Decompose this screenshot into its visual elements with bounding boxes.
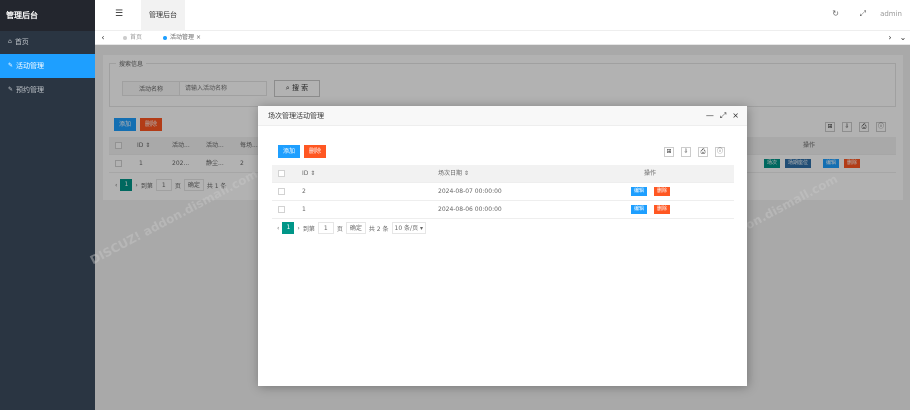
tab-home[interactable]: 首页	[117, 31, 142, 45]
modal-header: 场次管理活动管理 — ⤢ ×	[258, 106, 747, 126]
info-icon[interactable]: ⓘ	[715, 147, 725, 157]
row-checkbox[interactable]	[278, 188, 285, 195]
sidebar: 管理后台 ⌂ 首页 ✎ 活动管理 ✎ 预约管理	[0, 0, 95, 410]
user-menu[interactable]: admin	[880, 10, 902, 18]
tabs-next-button[interactable]: ›	[884, 31, 896, 45]
tabs-bar: ‹ 首页 活动管理 × › ⌄	[95, 31, 910, 45]
page-next-button[interactable]: ›	[297, 225, 299, 232]
app-logo: 管理后台	[0, 0, 95, 31]
tabs-more-button[interactable]: ⌄	[897, 31, 909, 45]
sidebar-item-label: 活动管理	[16, 62, 45, 70]
col-header-ops: 操作	[644, 170, 657, 177]
page-prev-button[interactable]: ‹	[277, 225, 279, 232]
delete-row-button[interactable]: 删除	[654, 187, 671, 196]
per-page-select[interactable]: 10 条/页 ▾	[391, 222, 426, 234]
tabs-prev-button[interactable]: ‹	[97, 31, 109, 45]
table-row: 1 2024-08-06 00:00:00 编辑 删除	[272, 201, 734, 219]
col-header-id[interactable]: ID ⇕	[302, 165, 315, 183]
menu-toggle-icon[interactable]: ☰	[115, 9, 123, 19]
table-row: 2 2024-08-07 00:00:00 编辑 删除	[272, 183, 734, 201]
edit-icon: ✎	[8, 62, 14, 69]
refresh-icon[interactable]: ↻	[832, 9, 839, 18]
tab-dot-icon	[123, 35, 127, 40]
total-count: 共 2 条	[368, 225, 389, 233]
sessions-modal: 场次管理活动管理 — ⤢ × 添加 删除 ⊞ ⇩ ⎙ ⓘ ID ⇕ 场次日期 ⇕…	[258, 106, 747, 386]
cell-date: 2024-08-06 00:00:00	[438, 206, 502, 213]
columns-icon[interactable]: ⊞	[664, 147, 674, 157]
page-input[interactable]: 1	[317, 222, 334, 234]
delete-row-button[interactable]: 删除	[654, 205, 671, 214]
modal-pagination: ‹ 1 › 到第 1 页 确定 共 2 条 10 条/页 ▾	[277, 222, 426, 234]
sessions-table: ID ⇕ 场次日期 ⇕ 操作 2 2024-08-07 00:00:00 编辑 …	[272, 165, 734, 219]
modal-title: 场次管理活动管理	[268, 112, 324, 120]
close-icon[interactable]: ×	[732, 106, 739, 126]
sidebar-item-booking[interactable]: ✎ 预约管理	[0, 78, 95, 102]
sidebar-item-activity[interactable]: ✎ 活动管理	[0, 54, 95, 78]
minimize-icon[interactable]: —	[706, 106, 714, 126]
edit-icon: ✎	[8, 86, 14, 93]
top-header: ☰ 管理后台 ↻ ⤢ admin	[95, 0, 910, 31]
page-number-current[interactable]: 1	[282, 222, 295, 234]
goto-label: 到第	[302, 225, 315, 233]
cell-date: 2024-08-07 00:00:00	[438, 188, 502, 195]
edit-button[interactable]: 编辑	[631, 187, 648, 196]
table-header-row: ID ⇕ 场次日期 ⇕ 操作	[272, 165, 734, 183]
col-header-date[interactable]: 场次日期 ⇕	[438, 165, 469, 183]
tab-dot-icon	[163, 35, 167, 40]
sidebar-item-home[interactable]: ⌂ 首页	[0, 30, 95, 54]
print-icon[interactable]: ⎙	[698, 147, 708, 157]
sidebar-item-label: 预约管理	[16, 86, 45, 94]
tab-label: 活动管理	[170, 34, 195, 41]
export-icon[interactable]: ⇩	[681, 147, 691, 157]
home-icon: ⌂	[8, 38, 12, 45]
page-unit: 页	[336, 225, 343, 233]
fullscreen-icon[interactable]: ⤢	[860, 9, 866, 19]
tab-activity[interactable]: 活动管理 ×	[157, 31, 201, 45]
cell-id: 1	[302, 206, 306, 213]
row-checkbox[interactable]	[278, 206, 285, 213]
modal-delete-button[interactable]: 删除	[304, 145, 327, 158]
select-all-checkbox[interactable]	[278, 170, 285, 177]
cell-id: 2	[302, 188, 306, 195]
modal-add-button[interactable]: 添加	[278, 145, 301, 158]
edit-button[interactable]: 编辑	[631, 205, 648, 214]
tab-label: 首页	[130, 34, 143, 41]
tab-close-icon[interactable]: ×	[196, 34, 201, 41]
header-title[interactable]: 管理后台	[141, 0, 185, 31]
maximize-icon[interactable]: ⤢	[720, 106, 726, 126]
page-confirm-button[interactable]: 确定	[345, 222, 366, 234]
sidebar-item-label: 首页	[14, 38, 29, 46]
